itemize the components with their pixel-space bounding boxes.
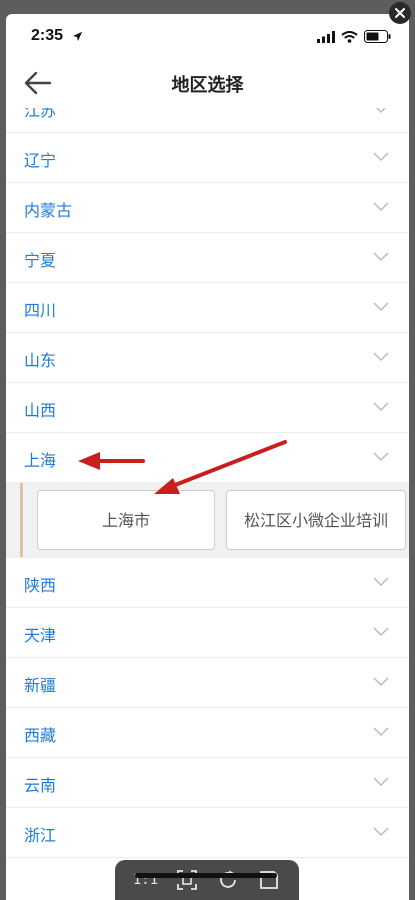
chevron-down-icon xyxy=(373,252,389,262)
region-row-shaanxi[interactable]: 陕西 xyxy=(6,558,409,608)
chevron-down-icon xyxy=(373,152,389,162)
region-label: 西藏 xyxy=(24,726,57,745)
battery-icon xyxy=(364,30,391,43)
region-label: 浙江 xyxy=(24,826,57,845)
region-label: 陕西 xyxy=(24,576,57,595)
wifi-icon xyxy=(341,30,358,43)
image-viewer-toolbar: 1:1 xyxy=(115,860,299,900)
chevron-down-icon xyxy=(373,402,389,412)
region-list: 江苏 辽宁 内蒙古 宁夏 四川 山东 山西 上海 上海市 松江区小微企业培训 陕… xyxy=(6,108,409,858)
region-label: 辽宁 xyxy=(24,151,57,170)
chevron-down-icon xyxy=(373,452,389,462)
region-row-shanxi[interactable]: 山西 xyxy=(6,383,409,433)
region-row-sichuan[interactable]: 四川 xyxy=(6,283,409,333)
region-row-shandong[interactable]: 山东 xyxy=(6,333,409,383)
chevron-down-icon xyxy=(373,677,389,687)
phone-screen: 2:35 地区选择 江苏 辽宁 内蒙古 宁夏 四川 山东 山西 上海 上海市 松… xyxy=(6,14,409,900)
chevron-down-icon xyxy=(373,577,389,587)
region-row-ningxia[interactable]: 宁夏 xyxy=(6,233,409,283)
save-button[interactable] xyxy=(257,868,281,892)
region-label: 江苏 xyxy=(24,108,57,120)
region-label: 宁夏 xyxy=(24,251,57,270)
chevron-down-icon xyxy=(373,202,389,212)
panel-accent-bar xyxy=(20,483,23,557)
region-row-yunnan[interactable]: 云南 xyxy=(6,758,409,808)
region-label: 新疆 xyxy=(24,676,57,695)
region-row-xizang[interactable]: 西藏 xyxy=(6,708,409,758)
home-indicator xyxy=(135,873,277,878)
fit-screen-button[interactable] xyxy=(175,868,199,892)
region-row-neimenggu[interactable]: 内蒙古 xyxy=(6,183,409,233)
chevron-down-icon xyxy=(375,108,387,114)
close-viewer-button[interactable] xyxy=(389,2,411,24)
region-label: 四川 xyxy=(24,301,57,320)
chevron-down-icon xyxy=(373,727,389,737)
region-label: 内蒙古 xyxy=(24,201,73,220)
region-row-xinjiang[interactable]: 新疆 xyxy=(6,658,409,708)
rotate-button[interactable] xyxy=(216,868,240,892)
navigation-bar: 地区选择 xyxy=(6,58,409,108)
region-label: 云南 xyxy=(24,776,57,795)
chevron-down-icon xyxy=(373,827,389,837)
region-row-shanghai[interactable]: 上海 xyxy=(6,433,409,483)
status-bar: 2:35 xyxy=(6,14,409,58)
shanghai-city-panel: 上海市 松江区小微企业培训 xyxy=(6,483,409,558)
actual-size-button[interactable]: 1:1 xyxy=(133,868,158,892)
region-label: 天津 xyxy=(24,626,57,645)
status-icons xyxy=(317,30,391,43)
region-label: 上海 xyxy=(24,451,57,470)
close-icon xyxy=(395,8,405,18)
region-row-jiangsu[interactable]: 江苏 xyxy=(6,108,409,133)
city-button-shanghai[interactable]: 上海市 xyxy=(37,490,215,550)
chevron-down-icon xyxy=(373,777,389,787)
region-row-zhejiang[interactable]: 浙江 xyxy=(6,808,409,858)
region-row-liaoning[interactable]: 辽宁 xyxy=(6,133,409,183)
region-label: 山西 xyxy=(24,401,57,420)
chevron-down-icon xyxy=(373,627,389,637)
signal-icon xyxy=(317,30,335,43)
region-row-tianjin[interactable]: 天津 xyxy=(6,608,409,658)
status-time: 2:35 xyxy=(31,27,64,44)
chevron-down-icon xyxy=(373,302,389,312)
chevron-down-icon xyxy=(373,352,389,362)
page-title: 地区选择 xyxy=(171,75,244,96)
location-arrow-icon xyxy=(72,31,83,42)
region-label: 山东 xyxy=(24,351,57,370)
city-button-songjiang[interactable]: 松江区小微企业培训 xyxy=(226,490,406,550)
